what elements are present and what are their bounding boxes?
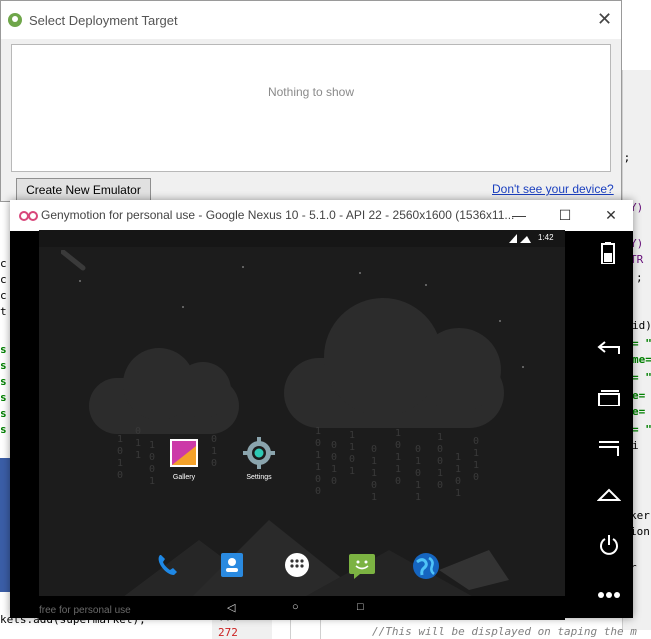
binary-rain: 10110 — [395, 428, 402, 487]
code-fragment: id) — [632, 319, 651, 332]
code-fragment: s — [0, 375, 7, 388]
gallery-label: Gallery — [172, 474, 196, 481]
settings-gear-icon — [243, 437, 275, 469]
code-fragment: s — [0, 391, 7, 404]
wallpaper-star — [499, 320, 501, 322]
code-fragment: c — [0, 273, 7, 286]
genymotion-close-button[interactable]: ✕ — [596, 204, 626, 226]
wallpaper-star — [79, 280, 81, 282]
empty-message: Nothing to show — [267, 85, 355, 99]
wallpaper-star — [359, 272, 361, 274]
nav-home-button[interactable]: ○ — [292, 601, 299, 613]
maximize-button[interactable]: ☐ — [550, 204, 580, 226]
dock-browser[interactable] — [412, 552, 439, 579]
signal-wifi-icon — [509, 234, 531, 243]
personal-use-watermark: free for personal use — [39, 605, 131, 616]
binary-rain: 101100 — [315, 426, 322, 497]
binary-rain: 01101 — [371, 444, 378, 503]
back-arrow-icon[interactable] — [597, 340, 621, 356]
battery-icon[interactable] — [601, 242, 615, 264]
binary-rain: 1010 — [117, 434, 124, 481]
code-fragment: c — [0, 289, 7, 302]
home-icon[interactable] — [597, 488, 621, 502]
nav-back-button[interactable]: ◁ — [227, 601, 235, 614]
wallpaper-star — [242, 266, 244, 268]
gallery-icon — [170, 439, 198, 467]
recent-apps-icon[interactable] — [597, 390, 621, 406]
code-fragment: e= — [632, 389, 646, 402]
wallpaper-cloud — [417, 328, 501, 412]
code-fragment: s — [0, 407, 7, 420]
contacts-icon — [221, 553, 243, 577]
code-fragment: s — [0, 359, 7, 372]
genymotion-window: Genymotion for personal use - Google Nex… — [10, 200, 633, 620]
deployment-dialog: Select Deployment Target ✕ Nothing to sh… — [0, 0, 622, 202]
status-bar: 1:42 — [39, 230, 565, 247]
more-options-icon[interactable] — [597, 591, 621, 599]
app-drawer-icon — [285, 553, 309, 577]
code-fragment: me= — [632, 353, 651, 366]
dock-contacts[interactable] — [219, 552, 245, 578]
genymotion-titlebar: Genymotion for personal use - Google Nex… — [10, 200, 633, 231]
browser-globe-icon — [413, 553, 439, 579]
settings-label: Settings — [246, 474, 272, 481]
minimize-button[interactable]: — — [504, 204, 534, 226]
code-fragment: ; — [636, 271, 643, 284]
menu-icon[interactable] — [597, 440, 621, 456]
status-clock: 1:42 — [538, 233, 554, 242]
code-fragment: = " — [632, 371, 651, 384]
binary-rain: 010 — [211, 434, 218, 469]
code-fragment: s — [0, 423, 7, 436]
binary-rain: 1101 — [349, 430, 356, 477]
code-comment: //This will be displayed on taping the m — [372, 625, 637, 638]
wallpaper-star — [425, 284, 427, 286]
genymotion-title: Genymotion for personal use - Google Nex… — [41, 208, 515, 222]
dialog-titlebar: Select Deployment Target ✕ — [1, 1, 621, 39]
binary-rain: 011 — [135, 426, 142, 461]
code-fragment: = " — [632, 423, 651, 436]
code-fragment: e= — [632, 405, 646, 418]
dock-app-drawer[interactable] — [284, 552, 310, 578]
phone-icon — [158, 555, 177, 575]
binary-rain: 1101 — [455, 452, 462, 499]
binary-rain: 01011 — [415, 444, 422, 503]
create-emulator-button[interactable]: Create New Emulator — [16, 178, 151, 202]
dont-see-device-link[interactable]: Don't see your device? — [492, 182, 614, 196]
power-icon[interactable] — [598, 534, 620, 556]
wallpaper-cloud — [175, 362, 231, 418]
dialog-title: Select Deployment Target — [29, 13, 178, 28]
android-studio-icon — [8, 13, 22, 27]
wallpaper-comet — [61, 250, 86, 271]
binary-rain: 1001 — [149, 440, 156, 487]
binary-rain: 0110 — [473, 436, 480, 483]
dock-phone[interactable] — [155, 552, 181, 578]
line-number: 272 — [218, 626, 238, 639]
code-fragment: = " — [632, 337, 651, 350]
wallpaper-star — [182, 306, 184, 308]
dock-messenger[interactable] — [348, 552, 375, 579]
genymotion-logo-icon — [28, 211, 38, 221]
settings-app[interactable] — [243, 437, 275, 474]
device-list[interactable]: Nothing to show — [11, 44, 611, 172]
code-fragment: s — [0, 343, 7, 356]
gallery-app[interactable] — [169, 438, 199, 473]
android-screen[interactable]: 1:42 1010 011 1001 010 101100 0010 1101 … — [39, 230, 565, 620]
binary-rain: 0010 — [331, 440, 338, 487]
dialog-close-button[interactable]: ✕ — [597, 9, 612, 29]
code-fragment: c — [0, 257, 7, 270]
binary-rain: 10010 — [437, 432, 444, 491]
nav-recents-button[interactable]: □ — [357, 601, 364, 613]
wallpaper-star — [522, 366, 524, 368]
code-fragment: t — [0, 305, 7, 318]
messenger-icon — [349, 554, 375, 579]
